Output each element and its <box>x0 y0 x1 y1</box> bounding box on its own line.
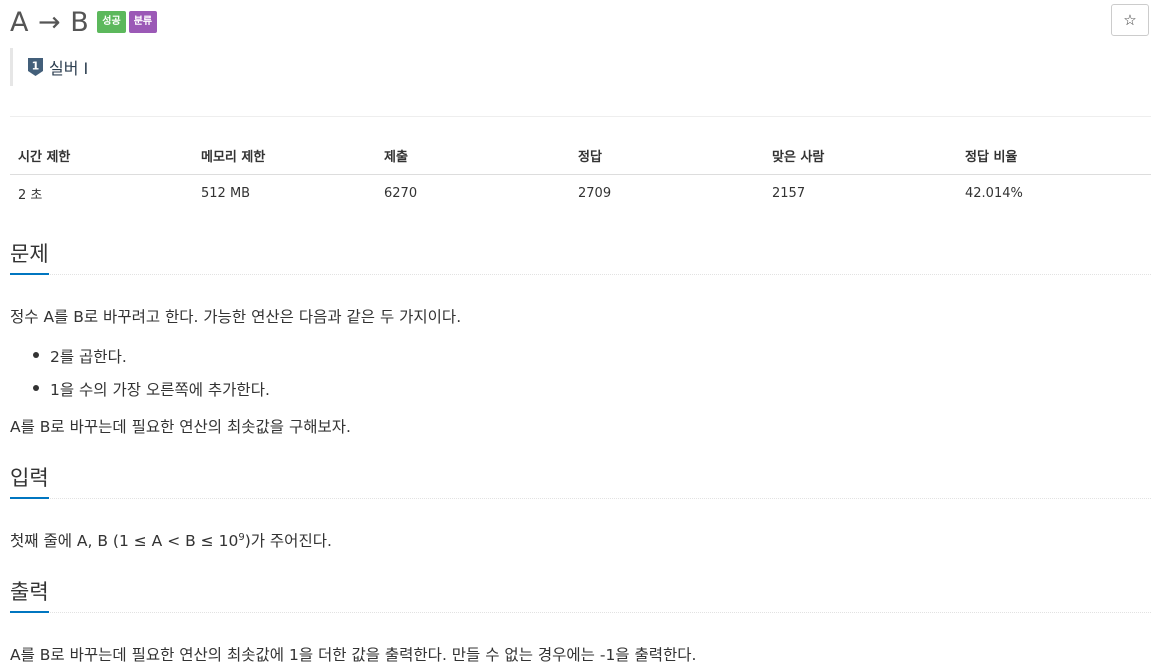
list-item-text: 1을 수의 가장 오른쪽에 추가한다. <box>50 381 270 399</box>
problem-header: A → B 성공 분류 <box>10 4 158 40</box>
list-item-text: 2를 곱한다. <box>50 348 127 366</box>
value-accepted[interactable]: 2709 <box>570 175 764 213</box>
value-accept-ratio: 42.014% <box>965 186 1023 201</box>
favorite-button[interactable]: ☆ <box>1111 4 1149 36</box>
problem-title: A → B <box>10 6 90 38</box>
tier-number: 1 <box>32 60 40 73</box>
list-item: 1을 수의 가장 오른쪽에 추가한다. <box>30 378 270 400</box>
category-badge[interactable]: 분류 <box>128 11 158 33</box>
tier-block: 1 실버 I <box>10 48 88 86</box>
header-accept-ratio: 정답 비율 <box>957 140 1151 175</box>
star-icon: ☆ <box>1123 11 1137 29</box>
section-divider <box>10 498 1151 499</box>
description-outro: A를 B로 바꾸는데 필요한 연산의 최솟값을 구해보자. <box>10 418 351 436</box>
divider <box>10 116 1151 117</box>
value-memory-limit: 512 MB <box>201 186 251 201</box>
section-underline <box>10 611 49 613</box>
section-underline <box>10 497 49 499</box>
section-underline <box>10 273 49 275</box>
input-text-before: 첫째 줄에 A, B (1 ≤ A < B ≤ 10 <box>10 532 239 550</box>
input-text-after: )가 주어진다. <box>244 532 332 550</box>
section-heading-description: 문제 <box>10 242 49 266</box>
bullet <box>33 352 39 358</box>
bullet <box>33 385 39 391</box>
header-memory-limit: 메모리 제한 <box>193 140 376 175</box>
table-header-row: 시간 제한 메모리 제한 제출 정답 맞은 사람 정답 비율 <box>10 140 1151 175</box>
description-intro: 정수 A를 B로 바꾸려고 한다. 가능한 연산은 다음과 같은 두 가지이다. <box>10 308 462 326</box>
status-badge-success[interactable]: 성공 <box>97 11 126 33</box>
list-item: 2를 곱한다. <box>30 345 270 367</box>
tier-shield-icon: 1 <box>28 58 43 76</box>
problem-info-table: 시간 제한 메모리 제한 제출 정답 맞은 사람 정답 비율 2 초 512 M… <box>10 140 1151 212</box>
section-divider <box>10 274 1151 275</box>
value-solved-users[interactable]: 2157 <box>764 175 957 213</box>
value-time-limit: 2 초 <box>18 188 43 203</box>
value-submissions[interactable]: 6270 <box>376 175 570 213</box>
table-row: 2 초 512 MB 6270 2709 2157 42.014% <box>10 175 1151 213</box>
header-solved-users: 맞은 사람 <box>764 140 957 175</box>
output-description: A를 B로 바꾸는데 필요한 연산의 최솟값에 1을 더한 값을 출력한다. 만… <box>10 646 697 664</box>
operation-list: 2를 곱한다. 1을 수의 가장 오른쪽에 추가한다. <box>30 345 270 411</box>
tier-label[interactable]: 실버 I <box>49 55 88 79</box>
header-submissions: 제출 <box>376 140 570 175</box>
header-time-limit: 시간 제한 <box>10 140 193 175</box>
section-divider <box>10 612 1151 613</box>
input-description: 첫째 줄에 A, B (1 ≤ A < B ≤ 109)가 주어진다. <box>10 529 332 551</box>
header-accepted: 정답 <box>570 140 764 175</box>
section-heading-input: 입력 <box>10 466 49 490</box>
section-heading-output: 출력 <box>10 580 49 604</box>
